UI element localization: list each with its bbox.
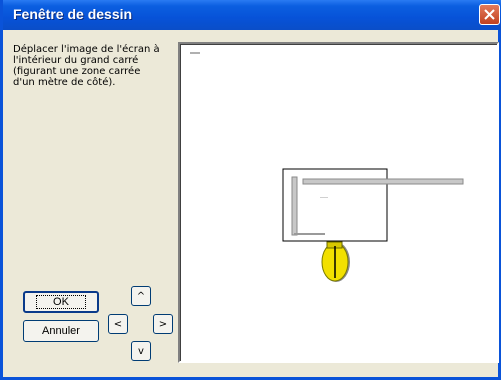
vertical-bar [291,176,298,236]
drawing-scene [190,52,464,282]
move-up-button[interactable]: ^ [131,286,151,306]
move-left-button[interactable]: < [108,314,128,334]
cancel-button[interactable]: Annuler [23,320,99,342]
close-icon [484,9,495,20]
dialog-window: Fenêtre de dessin Déplacer l'image de l'… [0,0,501,380]
title-bar[interactable]: Fenêtre de dessin [3,0,501,30]
instructions-text: Déplacer l'image de l'écran à l'intérieu… [13,44,160,88]
drawing-canvas[interactable] [178,42,499,363]
window-title: Fenêtre de dessin [13,6,133,22]
close-button[interactable] [479,4,500,25]
move-down-button[interactable]: v [131,341,151,361]
ok-button[interactable]: OK [23,291,99,313]
horizontal-bar [302,178,464,185]
ok-button-label: OK [36,295,86,309]
small-marker [320,197,328,198]
move-right-button[interactable]: > [153,314,173,334]
